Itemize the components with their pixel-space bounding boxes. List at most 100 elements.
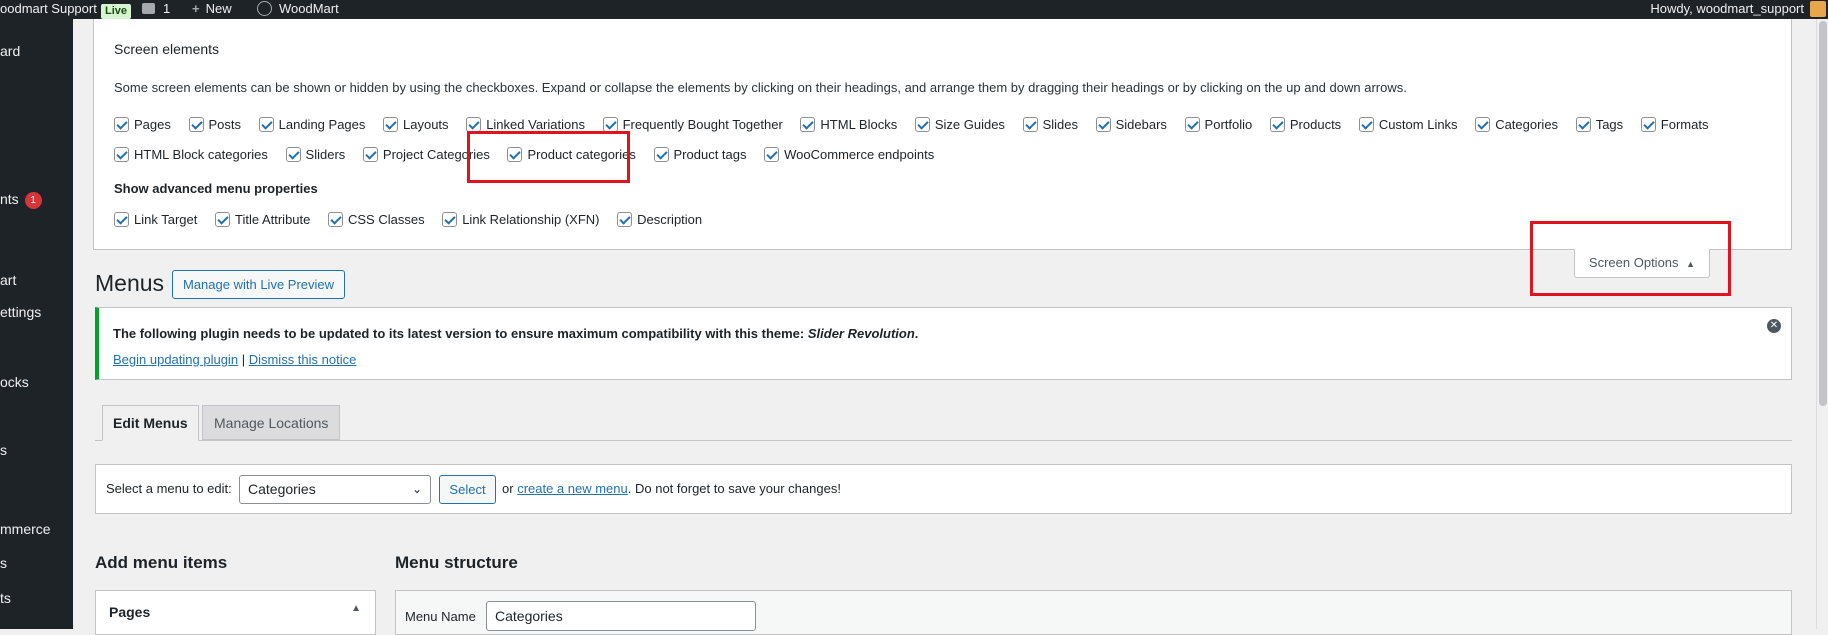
woodmart-link[interactable]: WoodMart	[257, 0, 339, 19]
chevron-down-icon: ⌄	[411, 482, 422, 496]
avatar[interactable]	[1810, 1, 1826, 17]
page-scrollbar[interactable]	[1816, 19, 1828, 629]
plus-icon: +	[192, 1, 200, 16]
select-button[interactable]: Select	[439, 475, 496, 504]
checkbox-checked-icon[interactable]	[1095, 117, 1111, 132]
checkbox-checked-icon[interactable]	[1022, 117, 1038, 132]
advanced-properties-row: Link Target Title Attribute CSS Classes …	[114, 212, 716, 227]
checkbox-checked-icon[interactable]	[466, 117, 482, 132]
checkbox-checked-icon[interactable]	[258, 117, 274, 132]
sidebar-item-html-blocks[interactable]: ocks	[0, 374, 29, 390]
comment-icon	[142, 3, 155, 14]
site-name-link[interactable]: oodmart Support	[0, 0, 97, 19]
checkbox-checked-icon[interactable]	[114, 147, 129, 162]
comments-link[interactable]: 1	[142, 0, 170, 19]
checkbox-checked-icon[interactable]	[602, 117, 618, 132]
begin-updating-plugin-link[interactable]: Begin updating plugin	[113, 352, 238, 367]
sidebar-item-dashboard[interactable]: ard	[0, 43, 20, 59]
menu-structure-header: Menu Name	[395, 590, 1792, 635]
triangle-up-icon[interactable]: ▲	[351, 603, 361, 614]
checkbox-tags[interactable]: Tags	[1575, 117, 1623, 132]
checkbox-checked-icon[interactable]	[1640, 117, 1656, 132]
new-content-link[interactable]: + New	[192, 0, 232, 19]
checkbox-checked-icon[interactable]	[1575, 117, 1591, 132]
howdy-account-link[interactable]: Howdy, woodmart_support	[1650, 0, 1804, 19]
checkbox-frequently-bought-together[interactable]: Frequently Bought Together	[602, 117, 783, 132]
page-title: Menus	[95, 270, 165, 296]
checkbox-product-tags[interactable]: Product tags	[653, 147, 747, 162]
select-menu-label: Select a menu to edit:	[106, 481, 232, 496]
checkbox-portfolio[interactable]: Portfolio	[1184, 117, 1252, 132]
checkbox-checked-icon[interactable]	[617, 212, 633, 227]
highlight-box-product-categories	[467, 131, 630, 183]
checkbox-html-block-categories[interactable]: HTML Block categories	[114, 147, 268, 162]
menu-name-input[interactable]	[486, 601, 756, 631]
checkbox-products[interactable]: Products	[1269, 117, 1341, 132]
checkbox-html-blocks[interactable]: HTML Blocks	[800, 117, 897, 132]
checkbox-sliders[interactable]: Sliders	[285, 147, 345, 162]
sidebar-item-woocommerce[interactable]: mmerce	[0, 521, 51, 537]
checkbox-categories[interactable]: Categories	[1475, 117, 1558, 132]
checkbox-landing-pages[interactable]: Landing Pages	[258, 117, 365, 132]
checkbox-linked-variations[interactable]: Linked Variations	[466, 117, 585, 132]
tab-edit-menus[interactable]: Edit Menus	[102, 405, 199, 441]
checkbox-link-target[interactable]: Link Target	[114, 212, 197, 227]
plugin-update-notice: The following plugin needs to be updated…	[95, 307, 1792, 380]
checkbox-checked-icon[interactable]	[1358, 117, 1374, 132]
checkbox-checked-icon[interactable]	[1269, 117, 1285, 132]
checkbox-posts[interactable]: Posts	[188, 117, 241, 132]
checkbox-checked-icon[interactable]	[914, 117, 930, 132]
checkbox-custom-links[interactable]: Custom Links	[1358, 117, 1458, 132]
sidebar-item-slides[interactable]: s	[0, 442, 7, 458]
pages-accordion[interactable]: Pages ▲	[95, 590, 376, 635]
notice-message: The following plugin needs to be updated…	[113, 326, 919, 341]
select-menu-bar: Select a menu to edit: Categories ⌄ Sele…	[95, 464, 1792, 514]
checkbox-checked-icon[interactable]	[800, 117, 816, 132]
checkbox-checked-icon[interactable]	[362, 147, 378, 162]
close-icon[interactable]: ✕	[1767, 319, 1781, 333]
checkbox-link-relationship[interactable]: Link Relationship (XFN)	[442, 212, 599, 227]
scrollbar-thumb[interactable]	[1819, 21, 1827, 406]
create-menu-hint: or create a new menu. Do not forget to s…	[502, 481, 841, 496]
woodmart-logo-icon	[257, 1, 272, 16]
manage-live-preview-button[interactable]: Manage with Live Preview	[172, 270, 346, 299]
checkbox-checked-icon[interactable]	[653, 147, 669, 162]
tab-manage-locations[interactable]: Manage Locations	[202, 405, 341, 440]
advanced-properties-title: Show advanced menu properties	[114, 181, 318, 196]
menu-structure-title: Menu structure	[395, 553, 518, 572]
checkbox-checked-icon[interactable]	[764, 147, 780, 162]
sidebar-item-comments[interactable]: nts 1	[0, 191, 42, 209]
checkbox-checked-icon[interactable]	[114, 117, 129, 132]
dismiss-notice-link[interactable]: Dismiss this notice	[249, 352, 357, 367]
checkbox-size-guides[interactable]: Size Guides	[914, 117, 1005, 132]
sidebar-item-payments[interactable]: ts	[0, 590, 11, 606]
checkbox-formats[interactable]: Formats	[1640, 117, 1708, 132]
checkbox-woocommerce-endpoints[interactable]: WooCommerce endpoints	[764, 147, 934, 162]
checkbox-slides[interactable]: Slides	[1022, 117, 1078, 132]
checkbox-pages[interactable]: Pages	[114, 117, 171, 132]
checkbox-checked-icon[interactable]	[328, 212, 343, 227]
checkbox-checked-icon[interactable]	[1475, 117, 1491, 132]
checkbox-title-attribute[interactable]: Title Attribute	[214, 212, 310, 227]
checkbox-checked-icon[interactable]	[442, 212, 458, 227]
checkbox-checked-icon[interactable]	[188, 117, 204, 132]
checkbox-checked-icon[interactable]	[214, 212, 230, 227]
admin-sidebar: ard nts 1 art ettings ocks s mmerce s ts	[0, 19, 73, 629]
checkbox-description[interactable]: Description	[617, 212, 702, 227]
checkbox-css-classes[interactable]: CSS Classes	[328, 212, 425, 227]
menu-select-dropdown[interactable]: Categories ⌄	[239, 475, 431, 504]
menu-name-label: Menu Name	[405, 609, 476, 624]
sidebar-item-woodmart[interactable]: art	[0, 272, 16, 288]
checkbox-checked-icon[interactable]	[285, 147, 301, 162]
pages-accordion-title: Pages	[109, 604, 151, 620]
checkbox-checked-icon[interactable]	[383, 117, 399, 132]
checkbox-layouts[interactable]: Layouts	[383, 117, 449, 132]
checkbox-sidebars[interactable]: Sidebars	[1095, 117, 1167, 132]
sidebar-item-theme-settings[interactable]: ettings	[0, 304, 41, 320]
sidebar-item-products[interactable]: s	[0, 555, 7, 571]
checkbox-checked-icon[interactable]	[114, 212, 129, 227]
checkbox-checked-icon[interactable]	[1184, 117, 1200, 132]
screen-options-panel: Screen elements Some screen elements can…	[93, 19, 1792, 250]
live-badge: Live	[101, 1, 132, 20]
create-new-menu-link[interactable]: create a new menu	[517, 481, 628, 496]
